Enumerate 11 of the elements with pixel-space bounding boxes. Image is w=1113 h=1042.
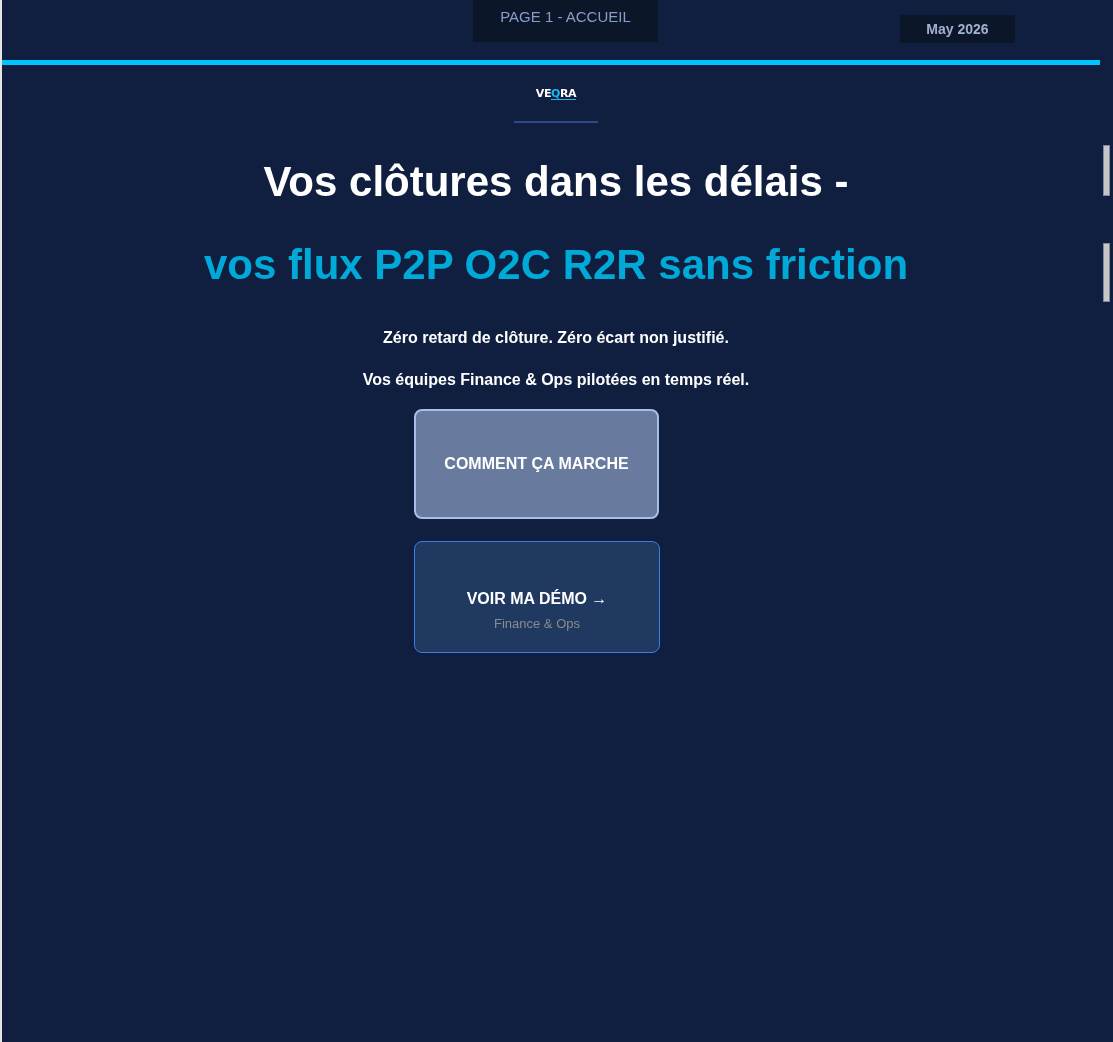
scrollbar-thumb[interactable]: [1103, 243, 1110, 302]
tagline: Vos équipes Finance & Ops pilotées en temps réel.: [362, 370, 750, 389]
how-it-works-button[interactable]: COMMENT ÇA MARCHE: [414, 409, 659, 519]
date-label: May 2026: [900, 15, 1015, 43]
tagline: Zéro retard de clôture. Zéro écart non justifié.: [383, 328, 729, 347]
logo: VEQRA: [535, 88, 577, 100]
scrollbar-thumb[interactable]: [1103, 145, 1110, 196]
demo-button[interactable]: VOIR MA DÉMO → Finance & Ops: [414, 541, 660, 653]
subheadline: vos flux P2P O2C R2R sans friction: [203, 241, 909, 289]
page-label: PAGE 1 - ACCUEIL: [473, 0, 658, 42]
headline: Vos clôtures dans les délais -: [263, 158, 849, 206]
